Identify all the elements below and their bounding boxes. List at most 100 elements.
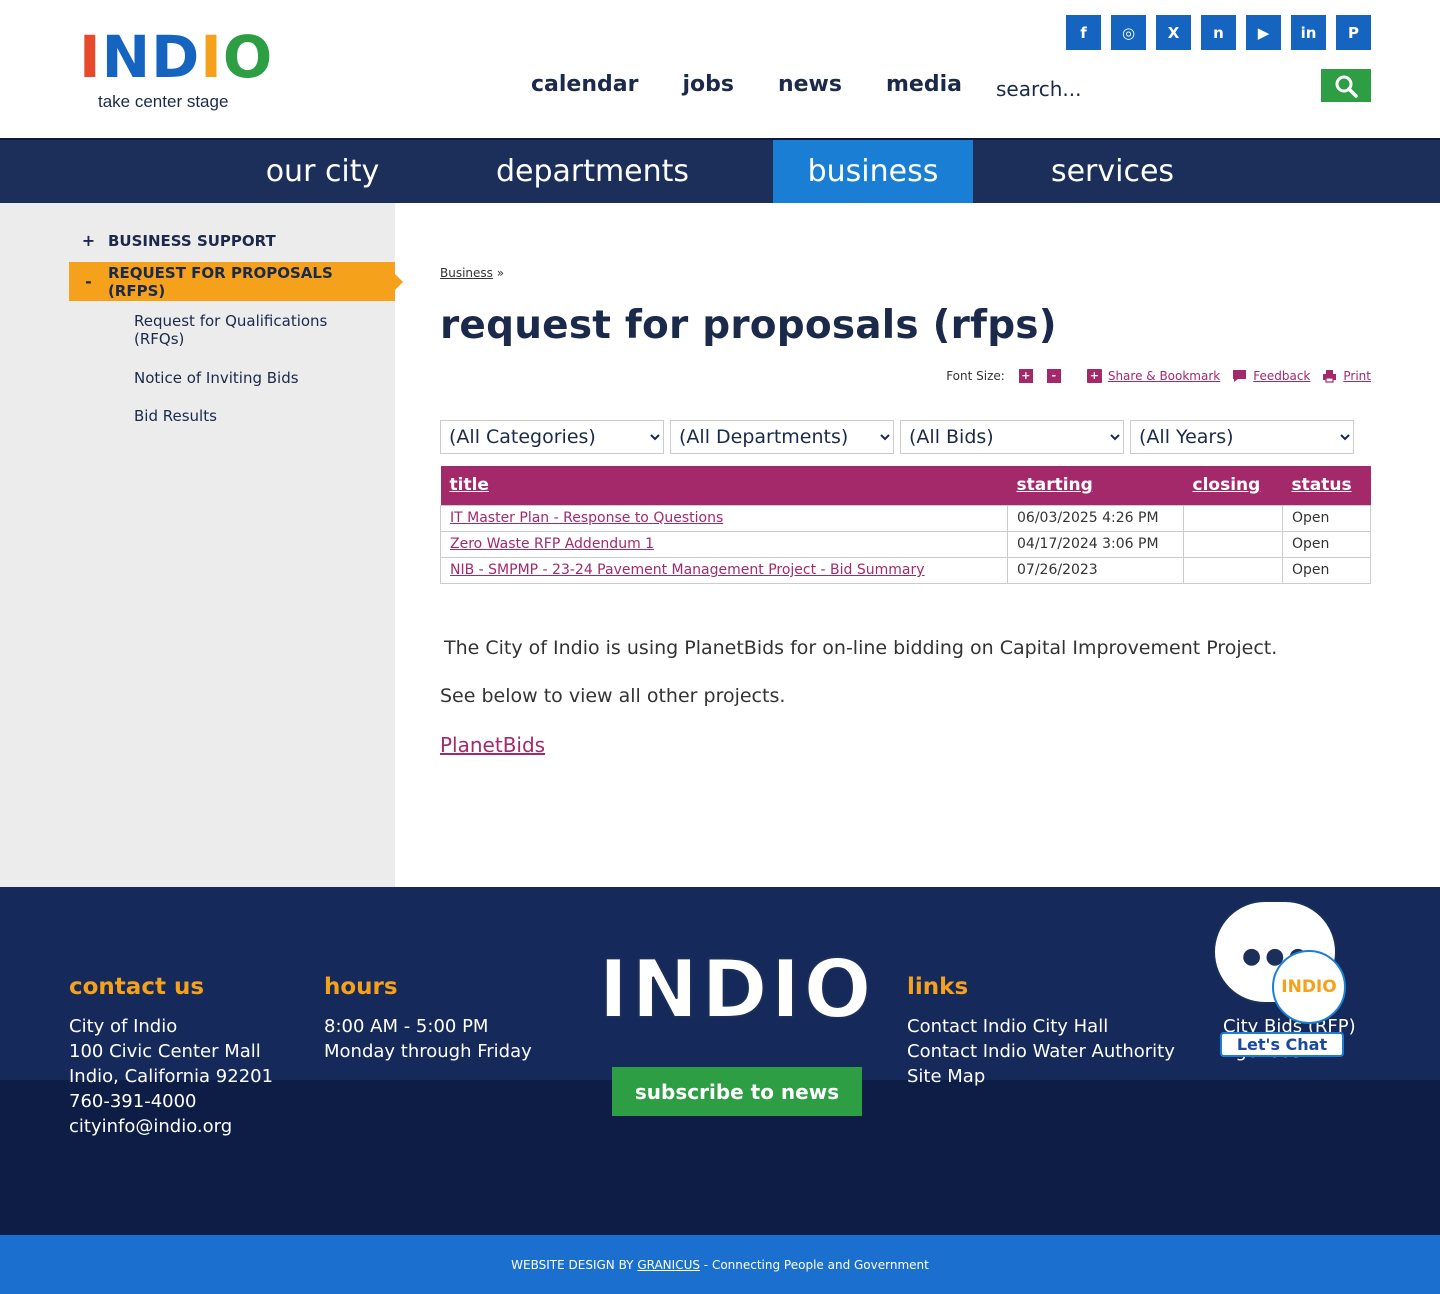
lets-chat-button[interactable]: Let's Chat	[1220, 1032, 1344, 1057]
sidebar-subitem-bid-results[interactable]: Bid Results	[134, 407, 374, 425]
feedback-button[interactable]: Feedback	[1232, 369, 1310, 383]
footer-link-water-authority[interactable]: Contact Indio Water Authority	[907, 1039, 1175, 1064]
cell-status: Open	[1282, 504, 1371, 532]
footer-logo[interactable]: INDIO	[598, 942, 873, 1037]
feedback-link[interactable]: Feedback	[1253, 369, 1310, 383]
department-select[interactable]: (All Departments)	[670, 420, 894, 454]
hours-heading: hours	[324, 974, 398, 1000]
footer-link-city-hall[interactable]: Contact Indio City Hall	[907, 1014, 1175, 1039]
planetbids-link[interactable]: PlanetBids	[440, 733, 545, 757]
cell-starting: 06/03/2025 4:26 PM	[1007, 504, 1184, 532]
search-bar	[992, 69, 1371, 102]
share-bookmark-link[interactable]: Share & Bookmark	[1108, 369, 1220, 383]
logo-word: INDIO	[79, 23, 272, 91]
contact-heading: contact us	[69, 974, 205, 1000]
bid-title-link[interactable]: IT Master Plan - Response to Questions	[450, 510, 723, 526]
print-button[interactable]: Print	[1322, 369, 1371, 383]
topnav-media[interactable]: media	[886, 72, 962, 97]
main-content: Business » request for proposals (rfps) …	[395, 203, 1440, 887]
logo-tagline: take center stage	[98, 92, 229, 111]
mainnav-our-city[interactable]: our city	[230, 140, 415, 203]
bids-select[interactable]: (All Bids)	[900, 420, 1124, 454]
page-title: request for proposals (rfps)	[440, 303, 1057, 348]
credit-suffix: - Connecting People and Government	[703, 1257, 929, 1272]
cell-status: Open	[1282, 530, 1371, 558]
linkedin-icon: in	[1300, 23, 1317, 42]
contact-line: 100 Civic Center Mall	[69, 1041, 261, 1062]
cell-closing	[1183, 556, 1283, 584]
nextdoor-icon: n	[1213, 23, 1224, 42]
topnav-calendar[interactable]: calendar	[531, 72, 638, 97]
hours-line: 8:00 AM - 5:00 PM	[324, 1016, 489, 1037]
category-select[interactable]: (All Categories)	[440, 420, 664, 454]
bid-title-link[interactable]: Zero Waste RFP Addendum 1	[450, 536, 654, 552]
topnav-news[interactable]: news	[778, 72, 842, 97]
contact-email[interactable]: cityinfo@indio.org	[69, 1114, 273, 1139]
logo-letter: I	[200, 23, 222, 91]
pinterest-icon: P	[1348, 23, 1359, 42]
logo-letter: I	[79, 23, 101, 91]
sidebar-item-business-support[interactable]: + BUSINESS SUPPORT	[69, 221, 395, 260]
year-select[interactable]: (All Years)	[1130, 420, 1354, 454]
pinterest-link[interactable]: P	[1336, 15, 1371, 50]
bid-title-link[interactable]: NIB - SMPMP - 23-24 Pavement Management …	[450, 562, 925, 578]
logo-letter: N	[101, 23, 151, 91]
linkedin-link[interactable]: in	[1291, 15, 1326, 50]
sidebar: + BUSINESS SUPPORT - REQUEST FOR PROPOSA…	[0, 203, 403, 887]
footer-hours: hours 8:00 AM - 5:00 PM Monday through F…	[324, 974, 532, 1064]
breadcrumb-business[interactable]: Business	[440, 266, 493, 280]
footer-contact: contact us City of Indio 100 Civic Cente…	[69, 974, 273, 1139]
bottom-bar: WEBSITE DESIGN BY GRANICUS - Connecting …	[0, 1235, 1440, 1294]
utility-nav: calendar jobs news media	[531, 72, 962, 97]
column-status[interactable]: status	[1282, 466, 1371, 505]
contact-line: City of Indio	[69, 1016, 178, 1037]
sidebar-item-label: REQUEST FOR PROPOSALS (RFPS)	[107, 263, 333, 300]
site-header: INDIO take center stage f ◎ Xn ▶ in P calenda…	[0, 0, 1440, 138]
bids-table: title starting closing status IT Master …	[440, 466, 1371, 584]
font-increase-button[interactable]: +	[1018, 369, 1033, 383]
font-decrease-button[interactable]: -	[1046, 369, 1061, 383]
table-row: NIB - SMPMP - 23-24 Pavement Management …	[440, 556, 1371, 584]
page-tools: Font Size: + - + Share & Bookmark Feedba…	[946, 369, 1371, 383]
breadcrumb-separator: »	[496, 266, 505, 280]
topnav-jobs[interactable]: jobs	[682, 72, 734, 97]
links-heading: links	[907, 974, 969, 1000]
x-link[interactable]: X	[1156, 15, 1191, 50]
share-bookmark-button[interactable]: + Share & Bookmark	[1086, 369, 1220, 383]
social-links: f ◎ Xn ▶ in P	[1066, 15, 1371, 50]
sidebar-item-rfps[interactable]: - REQUEST FOR PROPOSALS (RFPS)	[69, 262, 403, 301]
cell-status: Open	[1282, 556, 1371, 584]
granicus-link[interactable]: GRANICUS	[637, 1258, 700, 1272]
search-input[interactable]	[992, 69, 1321, 102]
chat-widget[interactable]: ●●● INDIO Let's Chat	[1212, 900, 1352, 1060]
expand-icon: +	[81, 231, 96, 250]
nextdoor-link[interactable]: n	[1201, 15, 1236, 50]
table-header-row: title starting closing status	[440, 466, 1371, 505]
youtube-link[interactable]: ▶	[1246, 15, 1281, 50]
subscribe-button[interactable]: subscribe to news	[612, 1058, 862, 1116]
cell-closing	[1183, 530, 1283, 558]
search-icon	[1335, 75, 1358, 98]
sidebar-subitem-rfqs[interactable]: Request for Qualifications (RFQs)	[134, 312, 374, 348]
print-icon	[1323, 370, 1337, 383]
mainnav-business[interactable]: business	[773, 140, 973, 203]
instagram-icon: ◎	[1121, 23, 1136, 42]
column-starting[interactable]: starting	[1007, 466, 1184, 505]
mainnav-departments[interactable]: departments	[470, 140, 715, 203]
facebook-icon: f	[1080, 23, 1087, 42]
instagram-link[interactable]: ◎	[1111, 15, 1146, 50]
font-size-label: Font Size:	[946, 369, 1005, 383]
site-logo[interactable]: INDIO take center stage	[79, 23, 272, 112]
mainnav-services[interactable]: services	[1020, 140, 1205, 203]
search-button[interactable]	[1321, 69, 1371, 102]
cell-title: IT Master Plan - Response to Questions	[440, 504, 1008, 532]
facebook-link[interactable]: f	[1066, 15, 1101, 50]
logo-letter: O	[222, 23, 272, 91]
footer-link-site-map[interactable]: Site Map	[907, 1064, 1175, 1089]
sidebar-subitem-notice-inviting-bids[interactable]: Notice of Inviting Bids	[134, 369, 374, 387]
bids-table-body: IT Master Plan - Response to Questions 06…	[440, 504, 1371, 584]
print-link[interactable]: Print	[1343, 369, 1371, 383]
column-title[interactable]: title	[440, 466, 1008, 505]
column-closing[interactable]: closing	[1183, 466, 1283, 505]
contact-phone[interactable]: 760-391-4000	[69, 1089, 273, 1114]
